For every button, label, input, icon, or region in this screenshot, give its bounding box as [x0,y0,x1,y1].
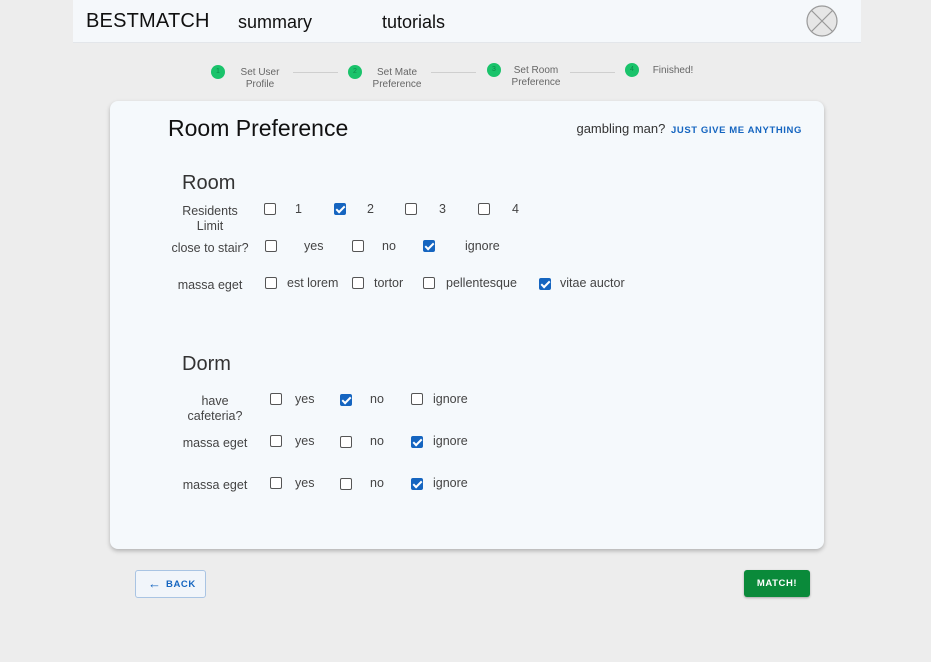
dorm-massa-eget-1-no-label: no [370,434,384,448]
step-3-label: Set Room Preference [511,65,561,88]
dorm-massa-eget-2-no-label: no [370,476,384,490]
close-to-stair-yes-label: yes [304,239,324,253]
step-4-indicator: 4 [625,63,639,77]
dorm-massa-eget-2-yes-checkbox[interactable] [270,477,282,489]
random-match-link[interactable]: JUST GIVE ME ANYTHING [671,125,802,136]
room-massa-eget-vitae-auctor-label: vitae auctor [560,276,625,290]
arrow-left-icon: ← [148,576,162,591]
close-to-stair-ignore-checkbox[interactable] [423,240,435,252]
room-massa-eget-est-lorem-checkbox[interactable] [265,277,277,289]
residents-limit-option-2-label: 2 [367,202,374,216]
room-massa-eget-pellentesque-checkbox[interactable] [423,277,435,289]
nav-link-tutorials[interactable]: tutorials [382,12,445,33]
room-massa-eget-tortor-checkbox[interactable] [352,277,364,289]
have-cafeteria-yes-checkbox[interactable] [270,393,282,405]
residents-limit-option-4-checkbox[interactable] [478,203,490,215]
brand-logo[interactable]: BESTMATCH [86,10,210,33]
residents-limit-option-3-checkbox[interactable] [405,203,417,215]
residents-limit-option-4-label: 4 [512,202,519,216]
have-cafeteria-no-checkbox[interactable] [340,394,352,406]
have-cafeteria-yes-label: yes [295,392,315,406]
dorm-massa-eget-1-yes-checkbox[interactable] [270,435,282,447]
dorm-section-heading: Dorm [182,353,231,375]
match-button[interactable]: MATCH! [744,570,810,597]
dorm-massa-eget-2-label: massa eget [182,478,248,492]
room-massa-eget-pellentesque-label: pellentesque [446,276,517,290]
back-button[interactable]: ← BACK [135,570,206,598]
close-to-stair-label: close to stair? [171,241,249,255]
dorm-massa-eget-1-label: massa eget [182,436,248,450]
have-cafeteria-ignore-checkbox[interactable] [411,393,423,405]
close-to-stair-no-label: no [382,239,396,253]
room-section-heading: Room [182,172,236,194]
room-massa-eget-vitae-auctor-checkbox[interactable] [539,278,551,290]
room-massa-eget-est-lorem-label: est lorem [287,276,339,290]
residents-limit-option-3-label: 3 [439,202,446,216]
step-1-indicator: 1 [211,65,225,79]
step-1-label: Set User Profile [240,67,280,90]
dorm-massa-eget-2-ignore-label: ignore [433,476,468,490]
have-cafeteria-no-label: no [370,392,384,406]
residents-limit-label: Residents Limit [182,204,238,233]
dorm-massa-eget-1-yes-label: yes [295,434,315,448]
close-to-stair-no-checkbox[interactable] [352,240,364,252]
dorm-massa-eget-2-no-checkbox[interactable] [340,478,352,490]
step-2-indicator: 2 [348,65,362,79]
residents-limit-option-1-label: 1 [295,202,302,216]
room-massa-eget-tortor-label: tortor [374,276,404,290]
residents-limit-option-2-checkbox[interactable] [334,203,346,215]
dorm-massa-eget-1-no-checkbox[interactable] [340,436,352,448]
have-cafeteria-ignore-label: ignore [433,392,468,406]
step-2-label: Set Mate Preference [372,67,422,90]
room-preference-card: Room Preference gambling man? JUST GIVE … [110,101,824,549]
step-3-indicator: 3 [487,63,501,77]
close-to-stair-ignore-label: ignore [465,239,500,253]
dorm-massa-eget-1-ignore-label: ignore [433,434,468,448]
dorm-massa-eget-1-ignore-checkbox[interactable] [411,436,423,448]
dorm-massa-eget-2-ignore-checkbox[interactable] [411,478,423,490]
back-button-label: BACK [166,579,196,590]
step-4-label: Finished! [652,65,694,76]
dorm-massa-eget-2-yes-label: yes [295,476,315,490]
user-avatar-placeholder-icon[interactable] [806,5,838,37]
step-connector [431,72,476,73]
nav-link-summary[interactable]: summary [238,12,312,33]
close-to-stair-yes-checkbox[interactable] [265,240,277,252]
random-match-prompt: gambling man? JUST GIVE ME ANYTHING [576,121,802,136]
step-connector [293,72,338,73]
top-nav-bar: BESTMATCH summary tutorials [73,0,861,43]
step-connector [570,72,615,73]
room-massa-eget-label: massa eget [177,278,243,292]
random-match-text: gambling man? [576,121,666,136]
page-title: Room Preference [168,115,349,141]
have-cafeteria-label: have cafeteria? [187,394,243,423]
residents-limit-option-1-checkbox[interactable] [264,203,276,215]
progress-stepper: 1 Set User Profile 2 Set Mate Preference… [0,60,931,100]
